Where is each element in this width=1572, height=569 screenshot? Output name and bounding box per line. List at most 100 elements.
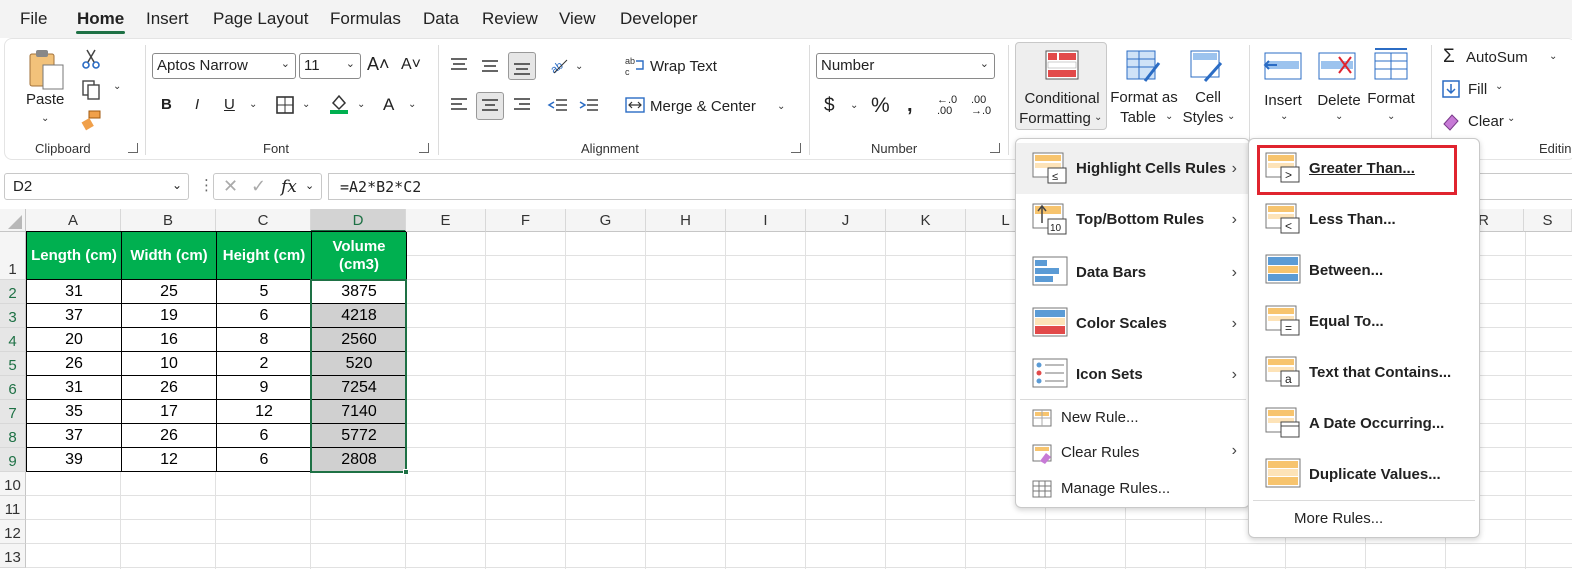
tab-formulas[interactable]: Formulas: [330, 9, 401, 29]
function-dropdown-icon[interactable]: ⌄: [305, 179, 314, 192]
volume-cell[interactable]: 5772: [312, 424, 407, 448]
conditional-formatting-button[interactable]: Conditional Formatting ⌄: [1015, 42, 1107, 130]
table-cell[interactable]: 8: [217, 328, 312, 352]
table-cell[interactable]: 9: [217, 376, 312, 400]
align-top-icon[interactable]: [445, 51, 473, 79]
paste-icon[interactable]: [27, 47, 67, 91]
cell-styles-icon[interactable]: [1189, 49, 1225, 83]
column-header-b[interactable]: B: [121, 209, 216, 232]
italic-icon[interactable]: I: [195, 96, 199, 113]
column-header-f[interactable]: F: [486, 209, 566, 232]
delete-dropdown-icon[interactable]: ⌄: [1335, 111, 1343, 122]
copy-icon[interactable]: [77, 76, 105, 104]
format-dropdown-icon[interactable]: ⌄: [1387, 111, 1395, 122]
submenu-item-equal-to[interactable]: = Equal To...: [1249, 296, 1479, 347]
header-cell-length[interactable]: Length (cm): [27, 232, 122, 280]
table-cell[interactable]: 5: [217, 280, 312, 304]
tab-view[interactable]: View: [559, 9, 596, 29]
delete-cells-label[interactable]: Delete: [1317, 91, 1361, 111]
insert-cells-label[interactable]: Insert: [1263, 91, 1303, 111]
fill-color-icon[interactable]: [325, 89, 353, 117]
column-header-i[interactable]: I: [726, 209, 806, 232]
menu-item-manage-rules[interactable]: Manage Rules...: [1016, 472, 1249, 507]
copy-dropdown-icon[interactable]: ⌄: [113, 81, 121, 92]
autosum-label[interactable]: AutoSum: [1466, 49, 1528, 66]
table-cell[interactable]: 17: [122, 400, 217, 424]
comma-style-icon[interactable]: ,: [907, 94, 913, 117]
align-right-icon[interactable]: [508, 91, 536, 119]
delete-cells-icon[interactable]: [1317, 51, 1357, 81]
volume-cell[interactable]: 4218: [312, 304, 407, 328]
row-header-2[interactable]: 2: [0, 280, 26, 304]
tab-review[interactable]: Review: [482, 9, 538, 29]
fill-dropdown-icon[interactable]: ⌄: [1495, 81, 1503, 92]
currency-dropdown-icon[interactable]: ⌄: [850, 100, 858, 111]
menu-item-icon-sets[interactable]: Icon Sets ›: [1016, 349, 1249, 400]
orientation-dropdown-icon[interactable]: ⌄: [575, 61, 583, 72]
fill-handle[interactable]: [403, 469, 409, 475]
font-name-select[interactable]: Aptos Narrow ⌄: [152, 53, 296, 79]
header-cell-width[interactable]: Width (cm): [122, 232, 217, 280]
cell-styles-dropdown-icon[interactable]: ⌄: [1227, 111, 1235, 122]
volume-cell[interactable]: 2808: [312, 448, 407, 472]
align-middle-icon[interactable]: [476, 51, 504, 79]
select-all-corner[interactable]: [0, 209, 26, 232]
fill-down-icon[interactable]: [1439, 77, 1463, 101]
submenu-item-between[interactable]: Between...: [1249, 245, 1479, 296]
number-launcher-icon[interactable]: [990, 143, 1000, 153]
table-cell[interactable]: 26: [122, 376, 217, 400]
submenu-item-text-contains[interactable]: a Text that Contains...: [1249, 347, 1479, 398]
font-launcher-icon[interactable]: [419, 143, 429, 153]
insert-cells-icon[interactable]: [1263, 51, 1303, 81]
volume-cell[interactable]: 2560: [312, 328, 407, 352]
autosum-dropdown-icon[interactable]: ⌄: [1549, 51, 1557, 62]
row-header-8[interactable]: 8: [0, 424, 26, 448]
font-size-select[interactable]: 11 ⌄: [299, 53, 361, 79]
row-header-12[interactable]: 12: [0, 520, 26, 544]
volume-cell[interactable]: 520: [312, 352, 407, 376]
cell-styles-label-1[interactable]: Cell: [1183, 88, 1233, 108]
menu-item-clear-rules[interactable]: Clear Rules ›: [1016, 436, 1249, 471]
merge-dropdown-icon[interactable]: ⌄: [777, 101, 785, 112]
table-cell[interactable]: 39: [27, 448, 122, 472]
menu-item-top-bottom-rules[interactable]: 10 Top/Bottom Rules ›: [1016, 194, 1249, 245]
table-cell[interactable]: 19: [122, 304, 217, 328]
row-header-5[interactable]: 5: [0, 352, 26, 376]
column-header-c[interactable]: C: [216, 209, 311, 232]
decrease-font-icon[interactable]: A˅: [401, 56, 421, 74]
borders-icon[interactable]: [271, 91, 299, 119]
percent-icon[interactable]: %: [871, 94, 890, 118]
cut-icon[interactable]: [77, 45, 105, 73]
row-header-1[interactable]: 1: [0, 232, 26, 280]
align-left-icon[interactable]: [445, 91, 473, 119]
autosum-icon[interactable]: Σ: [1443, 46, 1455, 68]
tab-home[interactable]: Home: [77, 9, 124, 29]
format-as-table-icon[interactable]: [1125, 49, 1161, 83]
format-as-table-label-1[interactable]: Format as: [1109, 88, 1179, 108]
table-cell[interactable]: 20: [27, 328, 122, 352]
column-header-s[interactable]: S: [1524, 209, 1572, 232]
bold-icon[interactable]: B: [161, 96, 172, 113]
row-header-3[interactable]: 3: [0, 304, 26, 328]
table-cell[interactable]: 12: [122, 448, 217, 472]
number-format-select[interactable]: Number ⌄: [816, 53, 995, 79]
table-cell[interactable]: 26: [27, 352, 122, 376]
name-box-dropdown-icon[interactable]: ⌄: [172, 178, 182, 192]
enter-formula-icon[interactable]: ✓: [251, 176, 266, 197]
menu-item-color-scales[interactable]: Color Scales ›: [1016, 298, 1249, 349]
insert-function-icon[interactable]: fx: [281, 177, 297, 197]
table-cell[interactable]: 6: [217, 448, 312, 472]
submenu-item-less-than[interactable]: < Less Than...: [1249, 194, 1479, 245]
table-cell[interactable]: 10: [122, 352, 217, 376]
menu-item-highlight-cells-rules[interactable]: ≤ Highlight Cells Rules ›: [1016, 143, 1249, 194]
table-cell[interactable]: 35: [27, 400, 122, 424]
submenu-item-date-occurring[interactable]: A Date Occurring...: [1249, 398, 1479, 449]
volume-cell[interactable]: 7140: [312, 400, 407, 424]
paste-dropdown-icon[interactable]: ⌄: [41, 113, 49, 124]
font-color-icon[interactable]: A: [383, 95, 394, 115]
increase-decimal-icon[interactable]: ←.0.00: [937, 95, 957, 117]
table-cell[interactable]: 25: [122, 280, 217, 304]
cell-styles-label-2[interactable]: Styles: [1177, 108, 1229, 128]
format-painter-icon[interactable]: [77, 106, 105, 134]
fill-label[interactable]: Fill: [1468, 81, 1487, 98]
